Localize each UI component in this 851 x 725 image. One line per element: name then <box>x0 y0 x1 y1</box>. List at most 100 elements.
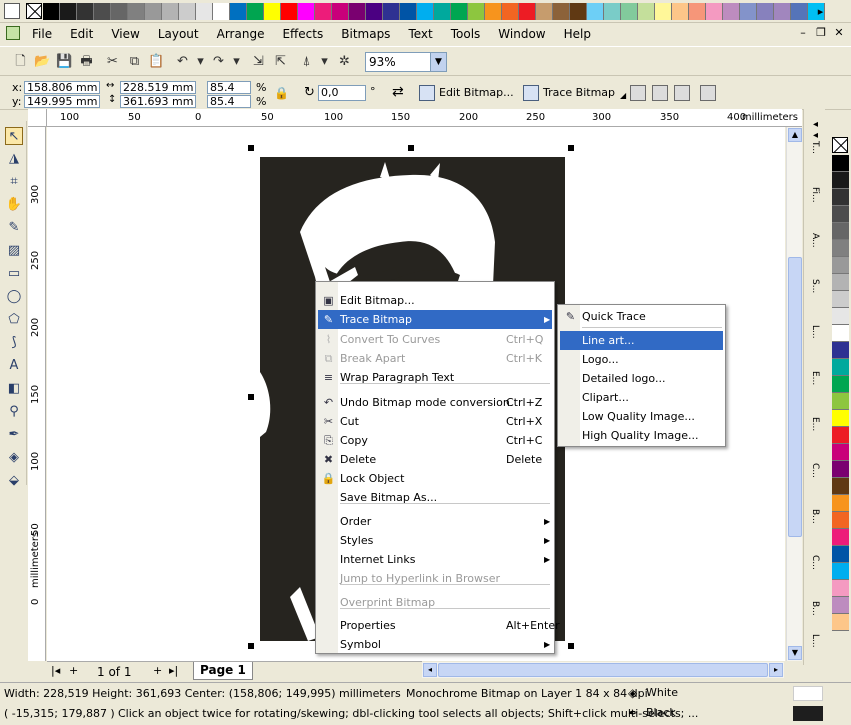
color-swatch[interactable] <box>832 325 849 342</box>
color-swatch[interactable] <box>832 189 849 206</box>
color-swatch[interactable] <box>832 291 849 308</box>
docker-tab[interactable]: S... <box>806 279 824 293</box>
menu-bitmaps[interactable]: Bitmaps <box>341 27 390 41</box>
no-fill-swatch[interactable] <box>832 137 848 153</box>
context-menu-item[interactable]: ≡ Wrap Paragraph Text <box>318 368 552 387</box>
y-position-field[interactable]: 149.995 mm <box>24 95 100 108</box>
menu-view[interactable]: View <box>111 27 139 41</box>
vertical-scroll-thumb[interactable] <box>788 257 802 537</box>
color-swatch[interactable] <box>94 3 111 20</box>
color-swatch[interactable] <box>832 359 849 376</box>
submenu-item[interactable]: Detailed logo... <box>560 369 723 388</box>
rotation-angle-field[interactable]: 0,0 <box>318 85 366 101</box>
resample-icon[interactable] <box>652 85 668 101</box>
menu-help[interactable]: Help <box>564 27 591 41</box>
color-swatch[interactable] <box>832 614 849 631</box>
color-swatch[interactable] <box>832 172 849 189</box>
horizontal-scroll-thumb[interactable] <box>438 663 768 677</box>
color-swatch[interactable] <box>298 3 315 20</box>
vertical-scrollbar[interactable]: ▲ ▼ <box>786 127 802 661</box>
color-swatch[interactable] <box>519 3 536 20</box>
new-document-icon[interactable]: 🗋 <box>12 53 29 70</box>
chevron-down-icon[interactable]: ◢ <box>620 91 626 100</box>
color-swatch[interactable] <box>230 3 247 20</box>
horizontal-ruler[interactable]: 100 50 0 50 100 150 200 250 300 350 400 … <box>47 109 802 127</box>
color-swatch[interactable] <box>77 3 94 20</box>
color-swatch[interactable] <box>832 240 849 257</box>
color-swatch[interactable] <box>111 3 128 20</box>
last-page-icon[interactable]: ▸| <box>169 664 178 677</box>
color-swatch[interactable] <box>832 308 849 325</box>
ruler-corner[interactable] <box>28 109 47 127</box>
menu-arrange[interactable]: Arrange <box>217 27 265 41</box>
context-menu-item[interactable]: Save Bitmap As... <box>318 488 552 507</box>
submenu-item[interactable]: Line art... <box>560 331 723 350</box>
color-swatch[interactable] <box>689 3 706 20</box>
color-swatch[interactable] <box>832 444 849 461</box>
color-swatch[interactable] <box>832 274 849 291</box>
color-swatch[interactable] <box>832 563 849 580</box>
export-icon[interactable]: ⇱ <box>272 53 289 70</box>
docker-tab[interactable]: E... <box>806 417 824 431</box>
context-menu-item[interactable]: Styles ▶ <box>318 531 552 550</box>
edit-bitmap-button[interactable]: Edit Bitmap... <box>419 83 514 103</box>
context-menu-item[interactable]: ✂ Cut Ctrl+X <box>318 412 552 431</box>
docker-tab[interactable]: T... <box>806 141 824 154</box>
basic-shapes-tool-icon[interactable]: ⟆ <box>5 334 23 352</box>
docker-tab[interactable]: Fi... <box>806 187 824 203</box>
redo-dropdown-icon[interactable]: ▾ <box>228 53 245 70</box>
zoom-level-select[interactable]: 93% ▼ <box>365 52 447 72</box>
color-swatch[interactable] <box>832 342 849 359</box>
trace-bitmap-button[interactable]: Trace Bitmap <box>523 83 615 103</box>
undo-dropdown-icon[interactable]: ▾ <box>192 53 209 70</box>
color-swatch[interactable] <box>536 3 553 20</box>
context-menu-item[interactable]: Symbol ▶ <box>318 635 552 654</box>
interactive-fill-tool-icon[interactable]: ⬙ <box>5 472 23 490</box>
color-swatch[interactable] <box>832 512 849 529</box>
submenu-item[interactable]: Logo... <box>560 350 723 369</box>
docker-collapse-icon[interactable]: ◂◂ <box>806 119 824 141</box>
context-menu-item[interactable]: Internet Links ▶ <box>318 550 552 569</box>
color-swatch[interactable] <box>145 3 162 20</box>
outline-tool-icon[interactable]: ✒ <box>5 426 23 444</box>
scale-height-field[interactable]: 85.4 <box>207 95 251 108</box>
menu-tools[interactable]: Tools <box>451 27 481 41</box>
selection-handle[interactable] <box>568 643 574 649</box>
context-menu-item[interactable]: Order ▶ <box>318 512 552 531</box>
app-icon[interactable] <box>4 3 20 19</box>
polygon-tool-icon[interactable]: ⬠ <box>5 311 23 329</box>
vertical-ruler[interactable]: 300 250 200 150 100 50 0 millimeters <box>28 127 46 661</box>
rectangle-tool-icon[interactable]: ▭ <box>5 265 23 283</box>
color-swatch[interactable] <box>60 3 77 20</box>
palette-scroll-arrow-icon[interactable]: ▸ <box>813 3 828 20</box>
crop-bitmap-icon[interactable] <box>630 85 646 101</box>
corel-online-icon[interactable]: ✲ <box>336 53 353 70</box>
menu-file[interactable]: File <box>32 27 52 41</box>
color-swatch[interactable] <box>468 3 485 20</box>
wrap-text-icon[interactable] <box>700 85 716 101</box>
scale-width-field[interactable]: 85.4 <box>207 81 251 94</box>
docker-tab[interactable]: B... <box>806 601 824 616</box>
context-menu-item[interactable]: ▣ Edit Bitmap... <box>318 291 552 310</box>
color-swatch[interactable] <box>672 3 689 20</box>
submenu-item[interactable]: Low Quality Image... <box>560 407 723 426</box>
color-swatch[interactable] <box>832 461 849 478</box>
docker-tab[interactable]: C... <box>806 463 824 478</box>
color-swatch[interactable] <box>366 3 383 20</box>
text-tool-icon[interactable]: A <box>5 357 23 375</box>
color-swatch[interactable] <box>264 3 281 20</box>
color-swatch[interactable] <box>757 3 774 20</box>
submenu-item[interactable]: Clipart... <box>560 388 723 407</box>
color-swatch[interactable] <box>315 3 332 20</box>
shape-tool-icon[interactable]: ◮ <box>5 150 23 168</box>
outline-indicator[interactable]: ✒ Black <box>628 706 676 720</box>
docker-tab[interactable]: B... <box>806 509 824 524</box>
color-swatch[interactable] <box>832 580 849 597</box>
copy-icon[interactable]: ⧉ <box>126 53 143 70</box>
width-field[interactable]: 228.519 mm <box>120 81 196 94</box>
paste-icon[interactable]: 📋 <box>148 53 165 70</box>
context-menu-item[interactable]: ⎘ Copy Ctrl+C <box>318 431 552 450</box>
color-swatch[interactable] <box>349 3 366 20</box>
submenu-item[interactable]: High Quality Image... <box>560 426 723 445</box>
eyedropper-tool-icon[interactable]: ⚲ <box>5 403 23 421</box>
